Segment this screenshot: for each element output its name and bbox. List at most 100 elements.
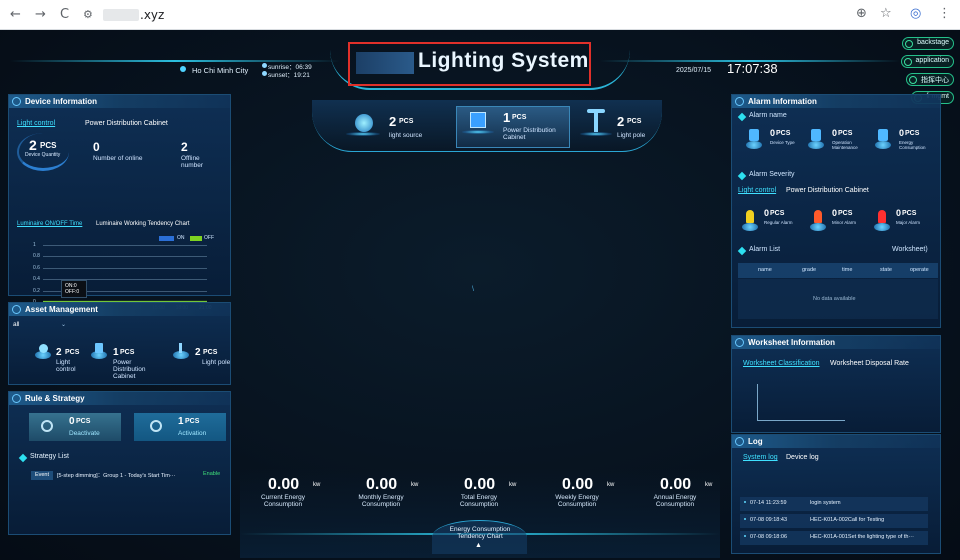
deactivate-unit: PCS xyxy=(76,418,91,425)
menu-icon[interactable]: ⋮ xyxy=(938,6,951,21)
alarm-name-icon xyxy=(878,129,888,141)
application-button[interactable]: application xyxy=(900,55,954,68)
address-bar[interactable]: .xyz xyxy=(140,8,164,22)
col-state: state xyxy=(880,267,892,273)
energy-label: Annual Energy Consumption xyxy=(653,494,697,508)
strategy-row[interactable]: Event [5-step dimming]：Group 1 - Today's… xyxy=(31,469,231,481)
alarm-severity-label: Regular Alarm xyxy=(764,220,793,225)
application-icon xyxy=(903,58,912,66)
energy-value: 0.00 xyxy=(562,476,594,493)
worksheet-information-panel: Worksheet Information Worksheet Classifi… xyxy=(731,335,941,433)
log-time: 07-08 09:18:43 xyxy=(750,517,788,523)
panel-title-icon xyxy=(735,97,744,106)
alarm-siren-icon xyxy=(814,210,822,223)
sunset-icon xyxy=(262,71,267,76)
site-settings-icon[interactable]: ⚙ xyxy=(83,8,93,21)
chevron-up-icon[interactable]: ▲ xyxy=(475,542,482,549)
deactivate-card[interactable]: 0 PCS Deactivate xyxy=(29,413,121,441)
asset-cabinet-count: 1 xyxy=(113,347,119,358)
asset-light-control-count: 2 xyxy=(56,347,62,358)
header-date: 2025/07/15 xyxy=(676,67,712,74)
tab-worksheet-classification[interactable]: Worksheet Classification xyxy=(743,360,820,367)
profile-icon[interactable]: ◎ xyxy=(910,6,921,21)
panel-title-icon xyxy=(735,338,744,347)
zoom-icon[interactable]: ⊕ xyxy=(856,6,867,21)
asset-pole-unit: PCS xyxy=(203,349,218,356)
asset-cabinet-label: Power Distribution Cabinet xyxy=(113,359,146,380)
alarm-name-count: 0 xyxy=(770,128,776,138)
activation-label: Activation xyxy=(178,430,207,437)
light-pole-center-icon xyxy=(594,110,598,132)
light-source-base xyxy=(346,132,380,136)
log-row[interactable]: 07-14 11:23:59 login system xyxy=(740,497,928,511)
luminaire-chart-svg xyxy=(43,300,207,303)
strategy-list-marker-icon xyxy=(18,453,28,463)
chevron-down-icon[interactable]: ⌄ xyxy=(61,321,66,328)
alarm-severity-unit: PCS xyxy=(902,210,917,217)
light-source-unit: PCS xyxy=(399,118,414,125)
alarm-information-title: Alarm Information xyxy=(732,95,940,108)
log-time: 07-08 09:18:06 xyxy=(750,534,788,540)
alarm-list-marker-icon xyxy=(737,246,747,256)
alarm-severity-base-icon xyxy=(810,223,826,231)
header-time: 17:07:38 xyxy=(727,61,778,76)
log-time: 07-14 11:23:59 xyxy=(750,500,787,506)
tab-worksheet-disposal-rate[interactable]: Worksheet Disposal Rate xyxy=(830,360,909,367)
col-grade: grade xyxy=(802,267,817,273)
app-dashboard: Ho Chi Minh City sunrise：06:39 sunset：19… xyxy=(0,30,960,560)
alarm-name-label: Operation Maintenance xyxy=(832,140,858,150)
forward-icon[interactable]: → xyxy=(35,7,46,22)
worksheet-chart-xaxis xyxy=(757,420,845,421)
map-marker[interactable]: \ xyxy=(472,286,474,293)
log-row[interactable]: 07-08 09:18:06 HEC-K01A-001Set the lighti… xyxy=(740,531,928,545)
application-label: application xyxy=(915,57,949,64)
alarm-name-count: 0 xyxy=(899,128,905,138)
url-redacted xyxy=(103,9,139,21)
rule-strategy-panel: Rule & Strategy 0 PCS Deactivate 1 PCS A… xyxy=(8,391,231,535)
deactivate-label: Deactivate xyxy=(69,430,100,437)
log-bullet-icon xyxy=(744,518,746,520)
log-bullet-icon xyxy=(744,501,746,503)
alarm-tab-power-cabinet[interactable]: Power Distribution Cabinet xyxy=(786,187,869,194)
alarm-empty-text: No data available xyxy=(813,296,856,302)
light-source-label: light source xyxy=(389,132,423,139)
command-center-icon xyxy=(909,76,917,84)
power-cabinet-count: 1 xyxy=(503,110,511,125)
activation-card[interactable]: 1 PCS Activation xyxy=(134,413,226,441)
asset-filter-select[interactable]: all xyxy=(13,321,20,328)
reload-icon[interactable]: C xyxy=(60,7,69,22)
energy-tendency-chart-button[interactable]: Energy Consumption Tendency Chart xyxy=(440,526,520,540)
log-message: login system xyxy=(810,500,841,506)
activation-count: 1 xyxy=(178,416,184,427)
bookmark-star-icon[interactable]: ☆ xyxy=(880,6,892,21)
back-icon[interactable]: ← xyxy=(10,7,21,22)
alarm-siren-icon xyxy=(746,210,754,223)
strategy-type-badge: Event xyxy=(31,471,53,480)
energy-unit: kw xyxy=(607,482,615,488)
alarm-table-body: No data available xyxy=(738,279,938,319)
alarm-tab-light-control[interactable]: Light control xyxy=(738,187,776,194)
rule-strategy-title: Rule & Strategy xyxy=(9,392,230,405)
alarm-name-unit: PCS xyxy=(905,130,920,137)
asset-light-control-label: Light control xyxy=(56,359,76,373)
alarm-table-header: name grade time state operate xyxy=(738,263,938,278)
tab-system-log[interactable]: System log xyxy=(743,454,778,461)
tab-device-log[interactable]: Device log xyxy=(786,454,819,461)
worksheet-link[interactable]: Worksheet) xyxy=(892,246,928,253)
alarm-severity-unit: PCS xyxy=(770,210,785,217)
col-operate: operate xyxy=(910,267,929,273)
log-row[interactable]: 07-08 09:18:43 HEC-K01A-002Call for Testi… xyxy=(740,514,928,528)
strategy-list-title: Strategy List xyxy=(30,453,69,460)
strategy-name: [5-step dimming]：Group 1 - Today's Start… xyxy=(57,473,176,479)
alarm-name-base-icon xyxy=(875,141,891,149)
alarm-name-unit: PCS xyxy=(838,130,853,137)
command-center-button[interactable]: 指挥中心 xyxy=(906,73,954,86)
alarm-severity-marker-icon xyxy=(737,171,747,181)
backstage-button[interactable]: backstage xyxy=(902,37,954,50)
activation-icon xyxy=(150,420,162,432)
strategy-status: Enable xyxy=(203,471,221,477)
worksheet-information-title: Worksheet Information xyxy=(732,336,940,349)
worksheet-chart-yaxis xyxy=(757,384,758,420)
energy-unit: kw xyxy=(705,482,713,488)
city-name: Ho Chi Minh City xyxy=(192,66,249,75)
